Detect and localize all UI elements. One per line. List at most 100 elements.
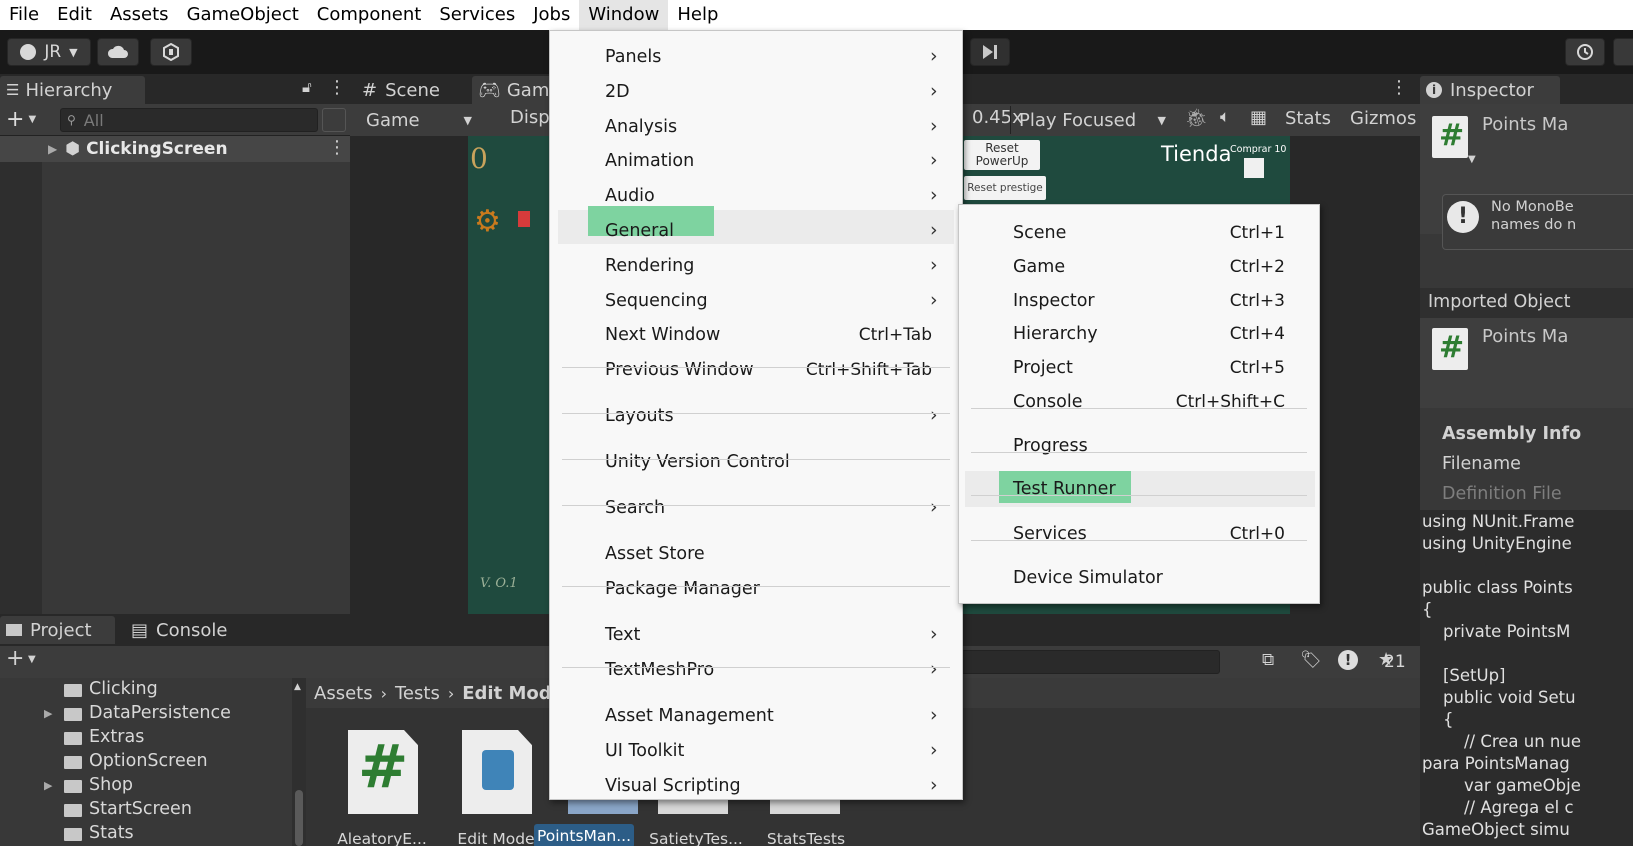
- menu-edit[interactable]: Edit: [48, 0, 101, 30]
- asset-tile[interactable]: # AleatoryE...: [314, 720, 427, 846]
- submenu-item-hierarchy[interactable]: Hierarchy Ctrl+4: [959, 318, 1319, 352]
- menu-item-ui-toolkit[interactable]: UI Toolkit ›: [550, 735, 962, 769]
- menu-item-rendering[interactable]: Rendering ›: [550, 250, 962, 284]
- menu-item-previous-window[interactable]: Previous Window Ctrl+Shift+Tab: [550, 354, 962, 388]
- menu-item-animation[interactable]: Animation ›: [550, 145, 962, 179]
- menu-component[interactable]: Component: [308, 0, 431, 30]
- tab-scene[interactable]: # Scene: [356, 76, 466, 104]
- tab-inspector[interactable]: i Inspector: [1420, 76, 1560, 104]
- folder-tree-item[interactable]: Clicking: [0, 678, 292, 702]
- gizmos-button[interactable]: Gizmos: [1350, 108, 1416, 129]
- submenu-item-progress[interactable]: Progress: [959, 430, 1319, 464]
- search-input[interactable]: ⚲ All: [60, 108, 318, 132]
- play-mode-dropdown[interactable]: Play Focused ▼: [1010, 106, 1172, 134]
- menu-jobs[interactable]: Jobs: [524, 0, 579, 30]
- folder-tree-item[interactable]: ▶ Shop: [0, 774, 292, 798]
- menu-assets[interactable]: Assets: [101, 0, 178, 30]
- expand-arrow-icon[interactable]: ▶: [48, 142, 57, 156]
- menu-gameobject[interactable]: GameObject: [178, 0, 308, 30]
- breadcrumb-assets[interactable]: Assets: [314, 683, 373, 704]
- stats-button[interactable]: Stats: [1285, 108, 1331, 129]
- folder-tree-item[interactable]: Extras: [0, 726, 292, 750]
- menu-services[interactable]: Services: [430, 0, 524, 30]
- search-by-type-icon[interactable]: ⧉: [1262, 650, 1274, 670]
- chevron-down-icon[interactable]: ▼: [28, 114, 36, 125]
- cloud-button[interactable]: [97, 38, 139, 66]
- menu-item-text[interactable]: Text ›: [550, 619, 962, 653]
- menu-item-analysis[interactable]: Analysis ›: [550, 111, 962, 145]
- lock-icon[interactable]: 🔓︎: [302, 78, 312, 96]
- hidden-count[interactable]: 21: [1384, 652, 1406, 672]
- speaker-icon[interactable]: 🔈︎: [1220, 107, 1230, 127]
- definition-file-label: Definition File: [1442, 484, 1562, 504]
- menu-item-next-window[interactable]: Next Window Ctrl+Tab: [550, 319, 962, 353]
- tab-hierarchy[interactable]: ☰ Hierarchy: [0, 76, 145, 104]
- buy-ten-toggle[interactable]: [1244, 158, 1264, 178]
- menu-item-search[interactable]: Search ›: [550, 492, 962, 526]
- account-button[interactable]: JR ▼: [7, 38, 91, 66]
- submenu-item-project[interactable]: Project Ctrl+5: [959, 352, 1319, 386]
- breadcrumb-edit-mode[interactable]: Edit Mod: [462, 683, 551, 704]
- grid-icon[interactable]: ▦: [1250, 107, 1267, 128]
- menu-item-2d[interactable]: 2D ›: [550, 76, 962, 110]
- submenu-item-scene[interactable]: Scene Ctrl+1: [959, 217, 1319, 251]
- menu-item-unity-version-control[interactable]: Unity Version Control: [550, 446, 962, 480]
- scene-visibility-button[interactable]: [322, 108, 346, 132]
- history-button[interactable]: [1565, 38, 1605, 66]
- folder-tree-item[interactable]: ▶ DataPersistence: [0, 702, 292, 726]
- add-icon[interactable]: +: [6, 107, 24, 132]
- tab-console[interactable]: ▤ Console: [125, 616, 240, 644]
- menu-item-sequencing[interactable]: Sequencing ›: [550, 285, 962, 319]
- menu-item-visual-scripting[interactable]: Visual Scripting ›: [550, 770, 962, 804]
- display-dropdown[interactable]: Game ▼: [350, 106, 478, 134]
- submenu-item-test-runner[interactable]: Test Runner: [959, 473, 1319, 507]
- kebab-menu-icon[interactable]: ⋮: [328, 77, 346, 98]
- submenu-item-game[interactable]: Game Ctrl+2: [959, 251, 1319, 285]
- expand-arrow-icon[interactable]: ▶: [44, 779, 52, 792]
- chevron-down-icon[interactable]: ▼: [28, 654, 36, 665]
- menu-item-package-manager[interactable]: Package Manager: [550, 573, 962, 607]
- menu-item-textmeshpro[interactable]: TextMeshPro ›: [550, 654, 962, 688]
- kebab-menu-icon[interactable]: ⋮: [328, 137, 346, 158]
- label-icon[interactable]: 🏷︎: [1300, 650, 1322, 670]
- imported-object-header: Imported Object: [1428, 292, 1571, 312]
- folder-tree-item[interactable]: Stats: [0, 822, 292, 846]
- menu-file[interactable]: File: [0, 0, 48, 30]
- asset-tile[interactable]: Edit Mode: [424, 720, 535, 846]
- submenu-item-inspector[interactable]: Inspector Ctrl+3: [959, 285, 1319, 319]
- folder-tree-item[interactable]: OptionScreen: [0, 750, 292, 774]
- submenu-item-console[interactable]: Console Ctrl+Shift+C: [959, 386, 1319, 420]
- menu-window[interactable]: Window: [579, 0, 669, 30]
- menu-item-layouts[interactable]: Layouts ›: [550, 400, 962, 434]
- gear-icon[interactable]: ⚙: [474, 204, 501, 239]
- alert-icon[interactable]: !: [1338, 650, 1358, 670]
- bug-icon[interactable]: 🐞︎: [1185, 108, 1208, 129]
- submenu-item-services[interactable]: Services Ctrl+0: [959, 518, 1319, 552]
- submenu-item-device-simulator[interactable]: Device Simulator: [959, 562, 1319, 596]
- code-line: private PointsM: [1422, 622, 1571, 641]
- display-number-dropdown[interactable]: Disp: [510, 107, 550, 128]
- chevron-down-icon[interactable]: ▼: [1468, 154, 1476, 165]
- tab-game[interactable]: 🎮︎ Gam: [472, 76, 552, 104]
- reset-prestige-button[interactable]: Reset prestige: [964, 176, 1046, 200]
- reset-powerup-button[interactable]: Reset PowerUp: [964, 140, 1040, 170]
- project-search-input[interactable]: [960, 650, 1220, 674]
- breadcrumb-tests[interactable]: Tests: [395, 683, 440, 704]
- folder-tree-item[interactable]: StartScreen: [0, 798, 292, 822]
- menu-item-audio[interactable]: Audio ›: [550, 180, 962, 214]
- gamepad-icon: 🎮︎: [478, 79, 501, 101]
- menu-item-panels[interactable]: Panels ›: [550, 41, 962, 75]
- kebab-menu-icon[interactable]: ⋮: [1390, 77, 1408, 98]
- hierarchy-row-clickingscreen[interactable]: ▶ ⬢ ClickingScreen ⋮: [0, 136, 350, 162]
- menu-help[interactable]: Help: [668, 0, 727, 30]
- tab-project[interactable]: Project: [0, 616, 115, 644]
- add-icon[interactable]: +: [6, 646, 24, 671]
- menu-item-asset-store[interactable]: Asset Store: [550, 538, 962, 572]
- collab-button[interactable]: [150, 38, 192, 66]
- menu-item-general[interactable]: General ›: [550, 215, 962, 249]
- search-toolbar-button[interactable]: [1613, 38, 1633, 66]
- menu-item-asset-management[interactable]: Asset Management ›: [550, 700, 962, 734]
- expand-arrow-icon[interactable]: ▶: [44, 707, 52, 720]
- step-button[interactable]: [970, 38, 1010, 66]
- tree-scrollbar[interactable]: ▲: [292, 678, 306, 846]
